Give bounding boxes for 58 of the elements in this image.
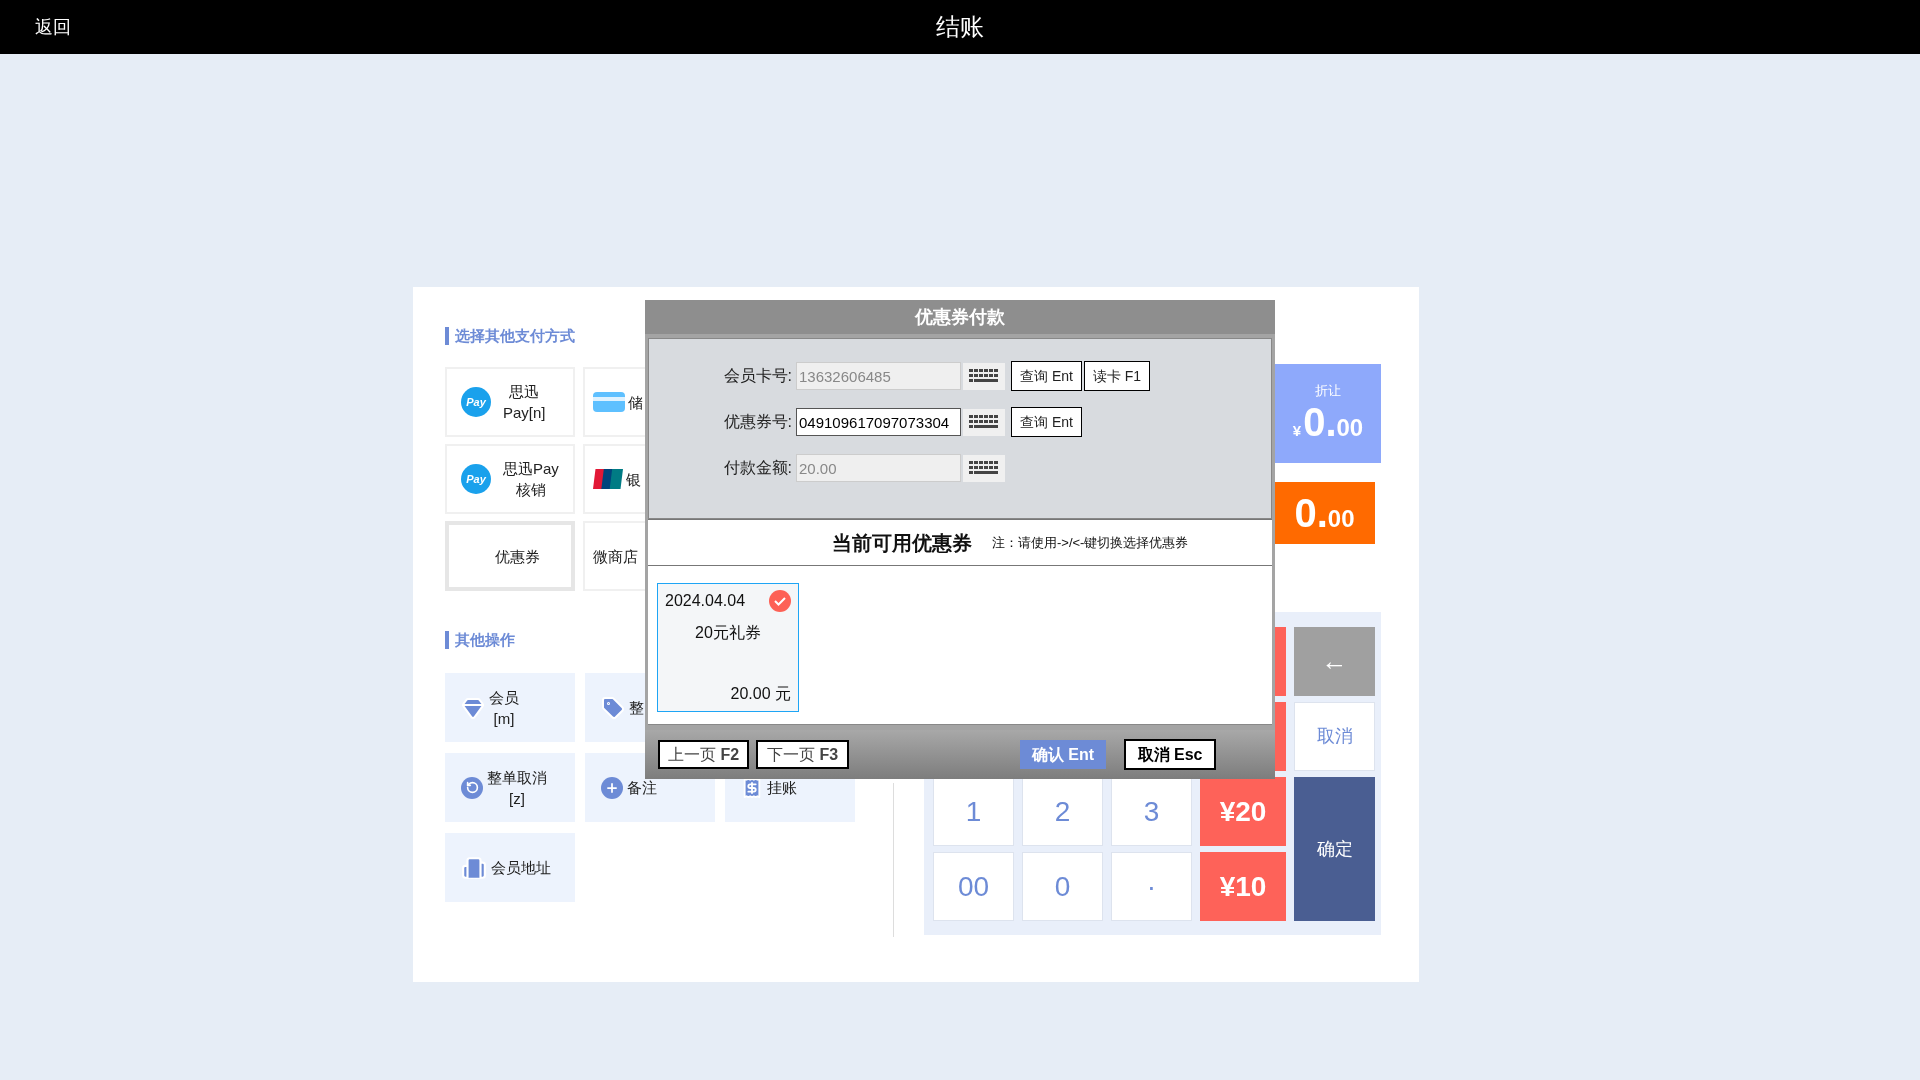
field-label: 优惠券号: [722, 412, 793, 432]
operation-label: 挂账 [767, 778, 797, 798]
coupon-card[interactable]: 2024.04.04 20元礼券 20.00 元 [657, 583, 799, 712]
payment-method-tile[interactable]: 优惠券 [445, 521, 575, 591]
list-title: 当前可用优惠券 [832, 529, 972, 557]
payment-method-tile[interactable]: Pay 思迅Pay 核销 [445, 444, 575, 514]
check-icon [769, 590, 791, 612]
card-icon [593, 392, 625, 412]
add-icon [601, 776, 623, 799]
field-label: 会员卡号: [722, 366, 793, 386]
dialog-title: 优惠券付款 [915, 305, 1005, 329]
payment-method-label: 银 [626, 469, 641, 490]
discount-amount: ¥0.00 [1292, 400, 1364, 447]
operation-label: 整单取消 [z] [487, 767, 547, 809]
operation-tile[interactable]: 会员地址 [445, 833, 575, 902]
cancel-button[interactable]: 取消 Esc [1124, 739, 1216, 770]
coupon-name: 20元礼券 [695, 623, 761, 643]
undo-icon [461, 776, 483, 799]
payment-method-label: 微商店 [593, 546, 638, 567]
coupon-date: 2024.04.04 [665, 591, 746, 611]
operation-label: 会员地址 [491, 858, 551, 878]
amount-due: 0.00 [1294, 490, 1355, 537]
keypad-key[interactable]: 确定 [1294, 777, 1375, 921]
payment-method-label: 优惠券 [494, 546, 540, 567]
keyboard-button[interactable] [963, 362, 1005, 390]
operation-label: 会员 [m] [489, 687, 519, 729]
back-link[interactable]: 返回 [0, 13, 640, 41]
diamond-icon [461, 695, 485, 720]
keyboard-button[interactable] [963, 408, 1005, 436]
previous-page-button[interactable]: 上一页 F2 [658, 740, 749, 769]
payment-method-label: 思迅Pay 核销 [503, 459, 559, 500]
bank-card-logo-icon [593, 469, 623, 489]
operation-label: 整 [629, 698, 644, 718]
operation-tile[interactable]: 会员 [m] [445, 673, 575, 742]
page-title: 结账 [935, 12, 985, 42]
tag-icon [601, 695, 625, 720]
keyboard-icon [969, 461, 999, 475]
keyboard-button[interactable] [963, 454, 1005, 482]
pay-logo-icon: Pay [461, 387, 491, 417]
operation-tile[interactable]: 整单取消 [z] [445, 753, 575, 822]
field-label: 付款金额: [722, 458, 793, 478]
section-title: 选择其他支付方式 [445, 327, 575, 345]
pay-logo-icon: Pay [461, 464, 491, 494]
hint-text: 注：请使用->/<-键切换选择优惠券 [992, 533, 1189, 552]
payment-method-tile[interactable]: Pay 思迅 Pay[n] [445, 367, 575, 437]
text-field[interactable]: 049109617097073304 [796, 408, 961, 436]
receipt-icon [741, 776, 763, 799]
payment-method-label: 储 [628, 392, 643, 413]
payment-method-label: 思迅 Pay[n] [503, 382, 546, 423]
keyboard-icon [969, 415, 999, 429]
discount-label: 折让 [1315, 381, 1341, 400]
dialog-button[interactable]: 查询 Ent [1011, 407, 1082, 437]
coupon-amount: 20.00 元 [730, 684, 791, 704]
section-title: 其他操作 [445, 631, 515, 649]
keyboard-icon [969, 369, 999, 383]
operation-label: 备注 [627, 778, 657, 798]
building-icon [461, 854, 487, 881]
next-page-button[interactable]: 下一页 F3 [756, 740, 849, 769]
